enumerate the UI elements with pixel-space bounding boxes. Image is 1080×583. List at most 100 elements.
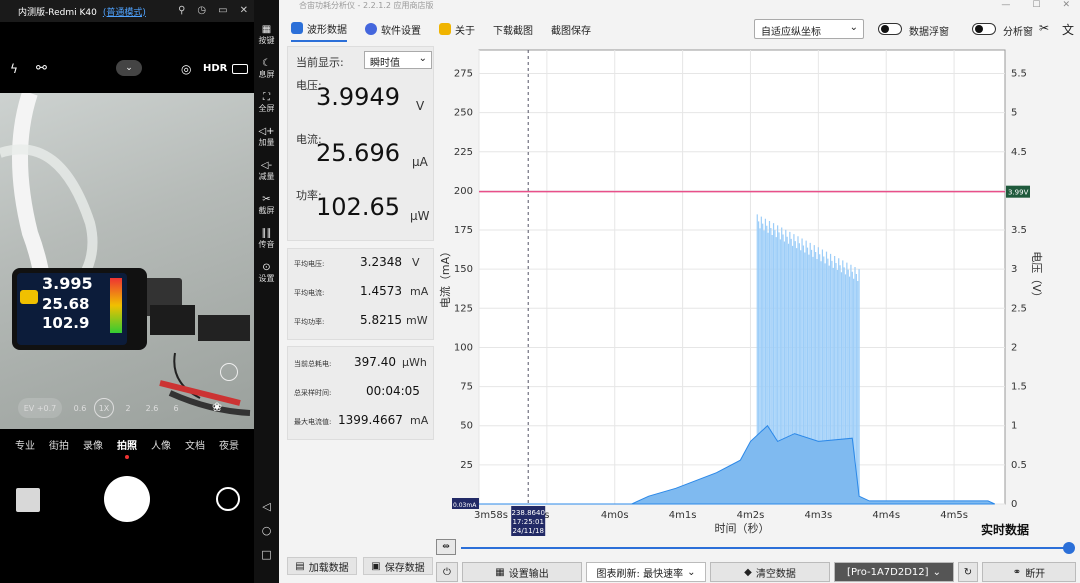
phone-title: 内测版-Redmi K40 (18, 7, 97, 18)
y-right-tick: 1 (1011, 421, 1017, 432)
display-mode-select[interactable]: 瞬时值 ⌄ (364, 51, 432, 69)
y-left-tick: 200 (454, 186, 473, 197)
close-icon[interactable]: ✕ (240, 5, 248, 16)
clear-data-button[interactable]: ◆ 清空数据 (710, 562, 830, 582)
chevron-down-icon[interactable]: ⌄ (116, 60, 142, 76)
zoom-6[interactable]: 6 (166, 398, 186, 418)
refresh-device-button[interactable]: ↻ (958, 562, 978, 582)
sidebar-item-keys[interactable]: ▦ 按键 (254, 24, 279, 46)
filter-icon[interactable]: ❀ (212, 400, 222, 414)
mode-pro[interactable]: 专业 (15, 437, 35, 453)
current-display-label: 当前显示: (296, 56, 344, 69)
power-button[interactable]: ⏻ (436, 562, 458, 582)
sidebar-item-volume-down[interactable]: ◁- 减量 (254, 160, 279, 182)
gamepad-icon[interactable]: ⚲ (178, 5, 185, 16)
zoom-fit-button[interactable]: ⇹ (436, 539, 456, 555)
average-stats: 平均电压: 3.2348 V 平均电流: 1.4573 mA 平均功率: 5.8215 mW (287, 248, 434, 340)
waveform-icon (291, 22, 303, 34)
mode-night[interactable]: 夜景 (219, 437, 239, 453)
y-left-tick: 25 (460, 460, 473, 471)
minimize-icon[interactable]: — (1001, 0, 1010, 10)
sidebar-item-screen-off[interactable]: ☾ 息屏 (254, 58, 279, 80)
cable-illustration (0, 93, 251, 416)
load-data-button[interactable]: ▤ 加载数据 (287, 557, 357, 575)
home-nav-button[interactable]: ○ (254, 524, 279, 537)
mode-photo[interactable]: 拍照 (117, 437, 137, 453)
translate-icon[interactable]: 文 (1062, 21, 1074, 38)
flip-camera-icon[interactable] (216, 487, 240, 511)
settings-output-button[interactable]: ▦ 设置输出 (462, 562, 582, 582)
y-left-tick: 275 (454, 68, 473, 79)
recents-nav-button[interactable]: □ (254, 548, 279, 561)
tab-waveform[interactable]: 波形数据 (291, 16, 347, 42)
focus-ring-icon[interactable] (220, 363, 238, 381)
motion-icon[interactable]: ⚯ (36, 61, 47, 76)
cursor-label-line: 238.8640 (512, 509, 545, 517)
window-icon[interactable]: ▭ (218, 5, 227, 16)
lens-icon[interactable]: ◎ (181, 62, 191, 76)
refresh-rate-select[interactable]: 图表刷新: 最快速率 ⌄ (586, 562, 706, 582)
realtime-label: 实时数据 (981, 522, 1029, 537)
tab-download-screenshot[interactable]: 下载截图 (493, 16, 533, 42)
scissors-icon[interactable]: ✂ (1039, 21, 1049, 35)
avg-power: 5.8215 (360, 313, 402, 327)
analysis-toggle[interactable] (972, 23, 996, 35)
zoom-1x[interactable]: 1X (94, 398, 114, 418)
chevron-down-icon: ⌄ (687, 566, 696, 578)
close-icon[interactable]: ✕ (1062, 0, 1070, 10)
mode-video[interactable]: 录像 (83, 437, 103, 453)
mode-link[interactable]: (普通模式) (103, 5, 146, 18)
sample-time: 00:04:05 (366, 384, 420, 398)
x-tick: 4m5s (940, 510, 968, 521)
device-select[interactable]: [Pro-1A7D2D12] ⌄ (834, 562, 954, 582)
power-icon: ⏻ (443, 566, 451, 578)
save-icon: ▣ (371, 560, 381, 572)
tab-save-screenshot[interactable]: 截图保存 (551, 16, 591, 42)
voltage-unit: V (416, 99, 425, 113)
maximize-icon[interactable]: ☐ (1032, 0, 1040, 10)
info-icon (439, 23, 451, 35)
time-scroll-handle[interactable] (1063, 542, 1075, 554)
axis-mode-select[interactable]: 自适应纵坐标 ⌄ (754, 19, 864, 39)
zoom-2-6[interactable]: 2.6 (142, 398, 162, 418)
zoom-0-6[interactable]: 0.6 (70, 398, 90, 418)
sidebar-item-volume-up[interactable]: ◁+ 加量 (254, 126, 279, 148)
cursor-label-line: 17:25:01 (512, 518, 543, 526)
sidebar-item-screenshot[interactable]: ✂ 截屏 (254, 194, 279, 216)
scissors-icon: ✂ (262, 194, 271, 205)
ev-badge[interactable]: EV +0.7 (18, 398, 62, 418)
zoom-2[interactable]: 2 (118, 398, 138, 418)
disconnect-button[interactable]: ⚭ 断开 (982, 562, 1076, 582)
mode-portrait[interactable]: 人像 (151, 437, 171, 453)
chevron-down-icon: ⌄ (418, 53, 427, 64)
gallery-thumbnail[interactable] (16, 488, 40, 512)
hdr-icon[interactable]: HDR (203, 63, 227, 74)
data-float-toggle[interactable] (878, 23, 902, 35)
x-tick: 4m2s (737, 510, 765, 521)
avg-voltage: 3.2348 (360, 255, 402, 269)
volume-up-icon: ◁+ (258, 126, 275, 137)
min-badge: 0.03mA (453, 502, 477, 509)
sidebar-item-settings[interactable]: ⊙ 设置 (254, 262, 279, 284)
y-left-tick: 225 (454, 147, 473, 158)
timer-icon[interactable]: ◷ (197, 5, 206, 16)
flash-off-icon[interactable]: ϟ (10, 62, 18, 76)
bottom-bar: ⏻ ▦ 设置输出 图表刷新: 最快速率 ⌄ ◆ 清空数据 [Pro-1A7D2D12]… (434, 561, 1080, 583)
tab-about[interactable]: 关于 (439, 16, 475, 42)
back-nav-button[interactable]: ◁ (254, 500, 279, 513)
sidebar-item-audio[interactable]: ∥∥ 传音 (254, 228, 279, 250)
waveform-chart[interactable]: 25 50 75 100 125 150 175 200 225 250 275 0 0.5 1 1.5 2 2… (439, 42, 1080, 540)
audio-icon: ∥∥ (261, 228, 272, 239)
mode-document[interactable]: 文档 (185, 437, 205, 453)
shutter-button[interactable] (104, 476, 150, 522)
ratio-icon[interactable] (232, 64, 248, 74)
mode-street[interactable]: 街拍 (49, 437, 69, 453)
tab-settings[interactable]: 软件设置 (365, 16, 421, 42)
data-float-label: 数据浮窗 (909, 27, 949, 38)
sidebar-item-fullscreen[interactable]: ⛶ 全屏 (254, 92, 279, 114)
y-right-tick: 1.5 (1011, 382, 1027, 393)
max-current-row: 最大电流值: 1399.4667 mA (294, 413, 429, 427)
current-value: 25.696 (316, 139, 400, 167)
save-data-button[interactable]: ▣ 保存数据 (363, 557, 433, 575)
time-scroll-track[interactable] (461, 547, 1069, 549)
